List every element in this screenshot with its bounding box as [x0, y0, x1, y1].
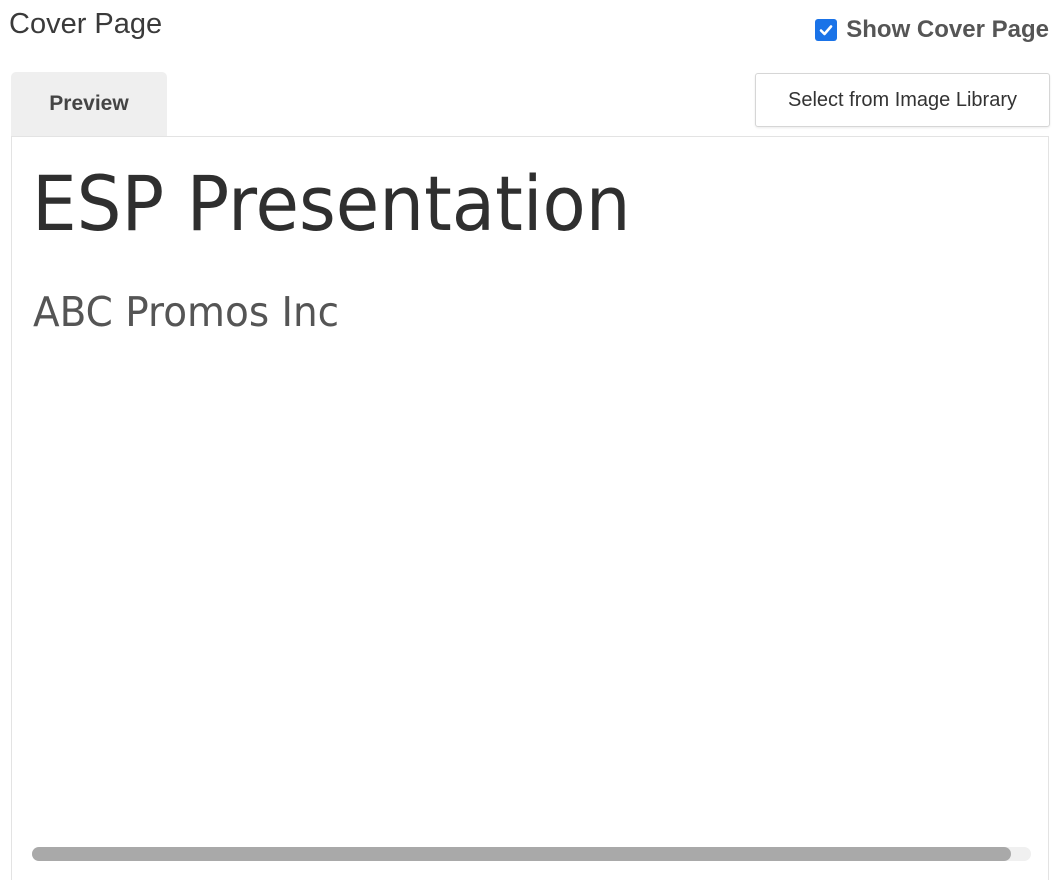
show-cover-page-toggle[interactable]: Show Cover Page — [815, 16, 1049, 44]
cover-subtitle: ABC Promos Inc — [33, 288, 340, 336]
show-cover-page-label[interactable]: Show Cover Page — [846, 16, 1049, 44]
tab-preview[interactable]: Preview — [11, 72, 167, 136]
cover-title: ESP Presentation — [32, 159, 631, 248]
section-title: Cover Page — [9, 8, 163, 40]
horizontal-scrollbar[interactable] — [32, 847, 1031, 861]
checkmark-icon — [819, 25, 833, 36]
cover-page-editor: Cover Page Show Cover Page Preview Selec… — [0, 0, 1057, 880]
cover-preview-panel: ESP Presentation ABC Promos Inc — [11, 136, 1049, 880]
scrollbar-thumb[interactable] — [32, 847, 1012, 861]
checkbox-checked-icon[interactable] — [815, 19, 838, 41]
select-from-image-library-button[interactable]: Select from Image Library — [755, 73, 1050, 127]
